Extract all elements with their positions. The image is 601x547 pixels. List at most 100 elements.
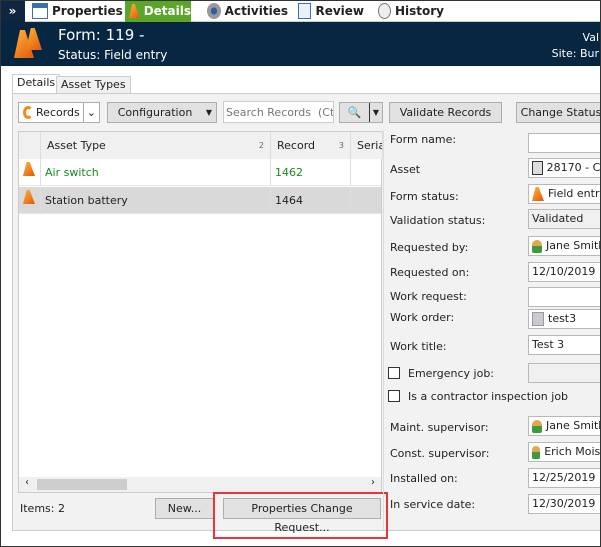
cone-icon	[129, 4, 140, 18]
scroll-left-icon[interactable]: ‹	[25, 477, 29, 488]
cone-icon	[19, 187, 41, 214]
history-icon	[378, 3, 391, 19]
label-requested-on: Requested on:	[390, 266, 470, 279]
configuration-button[interactable]: Configuration ▼	[107, 102, 217, 123]
emergency-job-checkbox[interactable]	[388, 367, 400, 379]
collapse-chevron-icon[interactable]: »	[0, 0, 25, 22]
window-icon	[32, 3, 48, 19]
label-contractor-inspection: Is a contractor inspection job	[408, 390, 569, 403]
review-icon	[298, 3, 312, 19]
items-count: Items: 2	[20, 502, 65, 515]
records-grid: Asset Type 2 Record 3 Seria Air switch 146…	[18, 131, 383, 493]
table-row[interactable]: Station battery 1464	[19, 187, 381, 214]
label-work-title: Work title:	[390, 340, 447, 353]
tab-label: Activities	[224, 4, 288, 18]
label-work-order: Work order:	[390, 311, 455, 324]
tab-review[interactable]: Review	[294, 0, 364, 22]
tab-label: Properties	[52, 4, 123, 18]
label-maint-supervisor: Maint. supervisor:	[390, 421, 489, 434]
grid-icon-column	[19, 132, 41, 159]
dropdown-arrow-icon[interactable]: ▼	[369, 103, 382, 122]
cell-record: 1462	[271, 159, 351, 186]
dropdown-arrow-icon: ▼	[205, 108, 212, 117]
label-form-name: Form name:	[390, 133, 457, 146]
cone-icon	[532, 187, 544, 201]
work-request-field[interactable]	[528, 287, 601, 307]
validation-status-field: Validated	[528, 209, 601, 229]
gear-info-icon	[207, 3, 221, 19]
cone-icon	[14, 28, 42, 58]
column-header-serial[interactable]: Seria	[351, 132, 383, 159]
form-status: Status: Field entry	[58, 48, 168, 62]
column-header-asset-type[interactable]: Asset Type 2	[41, 132, 271, 159]
splitter[interactable]	[383, 130, 384, 530]
tab-label: Review	[315, 4, 364, 18]
label-installed-on: Installed on:	[390, 472, 458, 485]
tab-label: History	[394, 4, 444, 18]
const-supervisor-field[interactable]: Erich Moisa	[528, 442, 601, 462]
cell-record: 1464	[271, 187, 351, 214]
in-service-date-field[interactable]: 12/30/2019	[528, 494, 601, 514]
label-const-supervisor: Const. supervisor:	[390, 447, 490, 460]
search-records-input[interactable]	[223, 101, 334, 123]
form-header: Form: 119 - Status: Field entry Val Site…	[0, 22, 601, 66]
change-status-button[interactable]: Change Status	[516, 102, 601, 123]
horizontal-scrollbar[interactable]: ‹ ›	[19, 477, 381, 492]
work-order-field[interactable]: test3	[528, 309, 601, 329]
form-status-value: Field entry	[548, 187, 601, 200]
label-form-status: Form status:	[390, 190, 459, 203]
maint-supervisor-value: Jane Smith	[546, 419, 601, 432]
column-header-record[interactable]: Record 3	[271, 132, 351, 159]
new-button[interactable]: New...	[155, 498, 214, 519]
column-label: Asset Type	[47, 139, 106, 152]
form-name-field[interactable]	[528, 133, 601, 153]
tab-properties[interactable]: Properties	[28, 0, 123, 22]
requested-on-field[interactable]: 12/10/2019	[528, 262, 601, 282]
cell-asset-type: Air switch	[41, 159, 271, 186]
search-icon: 🔍	[347, 106, 362, 119]
asset-field[interactable]: 28170 - Co	[528, 158, 601, 178]
person-icon	[532, 239, 542, 253]
tab-activities[interactable]: Activities	[203, 0, 288, 22]
asset-icon	[532, 161, 543, 175]
scroll-right-icon[interactable]: ›	[371, 477, 375, 488]
label-emergency-job: Emergency job:	[408, 367, 495, 380]
records-dropdown[interactable]: Records ⌄	[18, 102, 100, 123]
cell-asset-type: Station battery	[41, 187, 271, 214]
form-title: Form: 119 -	[58, 26, 145, 44]
label-requested-by: Requested by:	[390, 241, 469, 254]
highlight-box	[213, 492, 388, 539]
maint-supervisor-field[interactable]: Jane Smith	[528, 416, 601, 436]
label-validation-status: Validation status:	[390, 214, 486, 227]
header-site: Site: Bur	[551, 47, 599, 60]
tab-label: Details	[143, 4, 191, 18]
search-button[interactable]: 🔍 ▼	[339, 102, 383, 123]
tab-details-inner[interactable]: Details	[12, 74, 61, 93]
sort-indicator: 2	[258, 141, 264, 150]
table-row[interactable]: Air switch 1462	[19, 159, 381, 186]
const-supervisor-value: Erich Moisa	[544, 445, 601, 458]
label-work-request: Work request:	[390, 290, 467, 303]
installed-on-field[interactable]: 12/25/2019	[528, 468, 601, 488]
records-icon	[23, 106, 34, 119]
form-status-field[interactable]: Field entry	[528, 184, 601, 204]
work-order-value: test3	[548, 312, 577, 325]
tab-asset-types[interactable]: Asset Types	[56, 76, 131, 93]
person-icon	[532, 445, 541, 459]
asset-value: 28170 - Co	[546, 161, 601, 174]
work-title-field[interactable]: Test 3	[528, 335, 601, 355]
wrench-icon	[532, 312, 544, 326]
tab-details[interactable]: Details	[125, 0, 191, 22]
column-label: Record	[277, 139, 316, 152]
records-label: Records	[36, 106, 80, 119]
tab-history[interactable]: History	[374, 0, 444, 22]
chevron-down-icon: ⌄	[82, 103, 99, 122]
scrollbar-thumb[interactable]	[37, 479, 127, 490]
requested-by-field[interactable]: Jane Smith	[528, 236, 601, 256]
person-icon	[532, 419, 542, 433]
emergency-job-field	[528, 363, 601, 383]
contractor-inspection-checkbox[interactable]	[388, 390, 400, 402]
validate-records-button[interactable]: Validate Records	[389, 102, 502, 123]
label-asset: Asset	[390, 163, 421, 176]
requested-by-value: Jane Smith	[546, 239, 601, 252]
